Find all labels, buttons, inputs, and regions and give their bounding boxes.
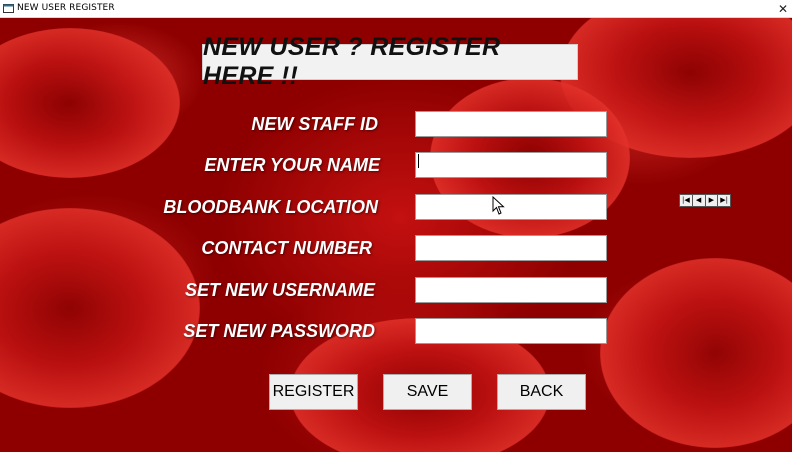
close-icon[interactable]: ✕ [776,0,790,18]
name-label: ENTER YOUR NAME [204,155,380,175]
text-caret [418,154,419,168]
first-record-icon[interactable]: |◀ [680,195,693,206]
staff-id-input[interactable] [415,111,607,137]
new-password-label: SET NEW PASSWORD [183,321,375,341]
page-title: NEW USER ? REGISTER HERE !! [202,33,578,90]
window-titlebar: NEW USER REGISTER ✕ [0,0,792,18]
register-button[interactable]: REGISTER [269,374,358,410]
contact-number-input[interactable] [415,235,607,261]
contact-number-label: CONTACT NUMBER [201,238,372,258]
staff-id-label: NEW STAFF ID [251,114,378,134]
record-navigator: |◀ ◀ ▶ ▶| [679,194,731,207]
background-panel: NEW USER ? REGISTER HERE !! NEW STAFF ID… [0,18,792,452]
new-password-input[interactable] [415,318,607,344]
new-username-input[interactable] [415,277,607,303]
bloodbank-location-input[interactable] [415,194,607,220]
last-record-icon[interactable]: ▶| [718,195,730,206]
bloodbank-location-label: BLOODBANK LOCATION [163,197,378,217]
save-button[interactable]: SAVE [383,374,472,410]
name-input[interactable] [415,152,607,178]
blood-cell-decoration [600,258,792,448]
app-window-icon [3,4,14,13]
mouse-pointer-icon [492,196,505,215]
back-button[interactable]: BACK [497,374,586,410]
window-title: NEW USER REGISTER [17,3,115,13]
previous-record-icon[interactable]: ◀ [693,195,706,206]
next-record-icon[interactable]: ▶ [706,195,719,206]
new-username-label: SET NEW USERNAME [184,280,375,300]
